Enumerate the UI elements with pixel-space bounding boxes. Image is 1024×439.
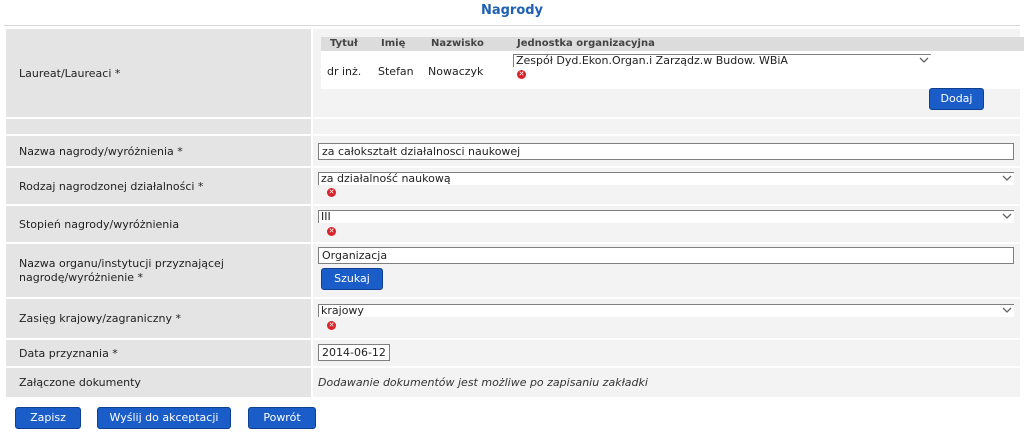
spacer-label [6,119,311,134]
documents-value: Dodawanie dokumentów jest możliwe po zap… [313,368,1020,397]
documents-label: Załączone dokumenty [6,368,311,397]
spacer-value [313,119,1020,134]
institution-value: Organizacja Szukaj [313,244,1020,297]
date-label: Data przyznania * [6,340,311,366]
nagrody-form: { "page": { "title": "Nagrody" }, "laure… [0,0,1024,439]
spacer-row [6,119,1020,134]
scope-select[interactable]: krajowy [318,304,1014,317]
add-laureat-button[interactable]: Dodaj [929,88,984,110]
award-name-input[interactable]: za całokształt działalnosci naukowej [318,143,1014,160]
remove-x-icon[interactable]: ✕ [517,70,526,79]
institution-input[interactable]: Organizacja [318,247,1014,264]
dropdown-arrow-icon[interactable] [919,57,929,64]
col-last-name: Nazwisko [431,38,484,49]
institution-label-line1: Nazwa organu/instytucji przyznającej [19,256,224,270]
laureat-table-header: Tytuł Imię Nazwisko Jednostka organizacy… [321,37,1024,51]
institution-row: Nazwa organu/instytucji przyznającej nag… [6,244,1020,297]
activity-type-value: za działalność naukową ✕ [313,168,1020,204]
save-button[interactable]: Zapisz [15,407,81,429]
activity-type-label: Rodzaj nagrodzonej działalności * [6,168,311,204]
award-name-label: Nazwa nagrody/wyróżnienia * [6,136,311,166]
back-button[interactable]: Powrót [248,407,316,429]
remove-x-icon[interactable]: ✕ [327,227,336,236]
col-title: Tytuł [330,38,358,49]
scope-select-value: krajowy [321,304,364,317]
send-for-approval-button[interactable]: Wyślij do akceptacji [97,407,231,429]
dropdown-arrow-icon[interactable] [1002,175,1012,182]
award-name-row: Nazwa nagrody/wyróżnienia * za całokszta… [6,136,1020,166]
award-degree-label: Stopień nagrody/wyróżnienia [6,206,311,242]
date-row: Data przyznania * 2014-06-12 [6,340,1020,366]
institution-label-line2: nagrodę/wyróżnienie * [19,270,144,284]
scope-row: Zasięg krajowy/zagraniczny * krajowy ✕ [6,299,1020,338]
date-value: 2014-06-12 [313,340,1020,366]
laureat-last-name: Nowaczyk [428,65,484,78]
remove-x-icon[interactable]: ✕ [327,321,336,330]
activity-type-select-value: za działalność naukową [321,172,451,185]
award-name-value: za całokształt działalnosci naukowej [313,136,1020,166]
institution-label: Nazwa organu/instytucji przyznającej nag… [6,244,311,297]
col-unit: Jednostka organizacyjna [517,38,655,49]
laureat-first-name: Stefan [378,65,414,78]
page-title: Nagrody [480,3,544,18]
laureat-table: Tytuł Imię Nazwisko Jednostka organizacy… [321,37,1024,89]
laureat-label: Laureat/Laureaci * [6,29,311,117]
scope-label: Zasięg krajowy/zagraniczny * [6,299,311,338]
laureat-title: dr inż. [327,65,362,78]
award-degree-value: III ✕ [313,206,1020,242]
dropdown-arrow-icon[interactable] [1002,307,1012,314]
title-divider [4,25,1020,26]
award-degree-select[interactable]: III [318,210,1014,223]
activity-type-select[interactable]: za działalność naukową [318,172,1014,185]
laureat-value: Tytuł Imię Nazwisko Jednostka organizacy… [313,29,1024,117]
unit-select[interactable]: Zespół Dyd.Ekon.Organ.i Zarządz.w Budow.… [513,54,931,67]
dropdown-arrow-icon[interactable] [1002,213,1012,220]
date-input[interactable]: 2014-06-12 [318,344,390,361]
col-first-name: Imię [381,38,406,49]
award-degree-select-value: III [321,210,331,223]
documents-row: Załączone dokumenty Dodawanie dokumentów… [6,368,1020,397]
documents-hint: Dodawanie dokumentów jest możliwe po zap… [318,376,648,389]
unit-select-value: Zespół Dyd.Ekon.Organ.i Zarządz.w Budow.… [516,54,788,67]
award-degree-row: Stopień nagrody/wyróżnienia III ✕ [6,206,1020,242]
activity-type-row: Rodzaj nagrodzonej działalności * za dzi… [6,168,1020,204]
scope-value: krajowy ✕ [313,299,1020,338]
remove-x-icon[interactable]: ✕ [327,188,336,197]
search-button[interactable]: Szukaj [321,268,383,290]
laureat-row: Laureat/Laureaci * Tytuł Imię Nazwisko J… [6,29,1024,117]
